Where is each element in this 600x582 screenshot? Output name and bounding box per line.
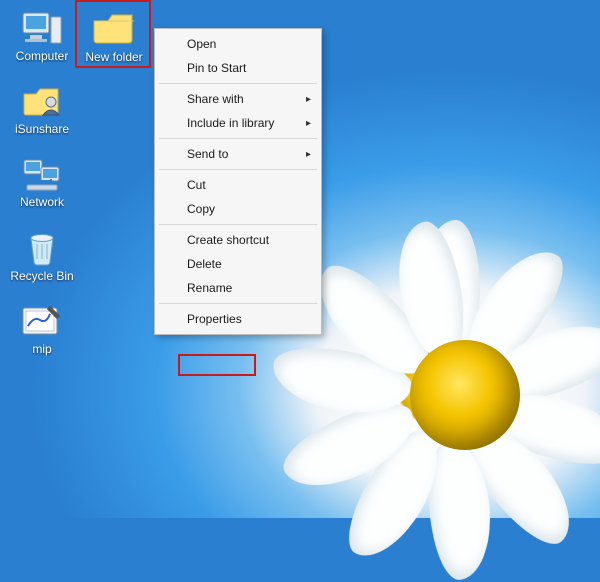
- context-menu: Open Pin to Start Share with ▸ Include i…: [154, 28, 322, 335]
- menu-item-label: Pin to Start: [187, 61, 246, 75]
- computer-icon: [20, 8, 64, 48]
- menu-separator: [159, 138, 317, 139]
- menu-item-label: Rename: [187, 281, 232, 295]
- menu-item-delete[interactable]: Delete: [157, 252, 319, 276]
- desktop-icon-recycle-bin[interactable]: Recycle Bin: [8, 228, 76, 283]
- desktop-icon-label: Recycle Bin: [10, 270, 73, 283]
- network-icon: [20, 154, 64, 194]
- menu-item-open[interactable]: Open: [157, 32, 319, 56]
- menu-item-rename[interactable]: Rename: [157, 276, 319, 300]
- desktop-icon-label: New folder: [85, 50, 142, 64]
- menu-separator: [159, 169, 317, 170]
- wallpaper-flower: [300, 220, 600, 518]
- tablet-pen-icon: [20, 301, 64, 341]
- desktop-icon-network[interactable]: Network: [8, 154, 76, 209]
- menu-item-include-in-library[interactable]: Include in library ▸: [157, 111, 319, 135]
- submenu-arrow-icon: ▸: [306, 147, 311, 163]
- annotation-highlight-properties: [178, 354, 256, 376]
- menu-item-pin-to-start[interactable]: Pin to Start: [157, 56, 319, 80]
- menu-item-cut[interactable]: Cut: [157, 173, 319, 197]
- desktop-icon-mip[interactable]: mip: [8, 301, 76, 356]
- folder-icon: [90, 8, 138, 48]
- menu-item-label: Cut: [187, 178, 206, 192]
- menu-separator: [159, 83, 317, 84]
- desktop-icon-isunshare[interactable]: iSunshare: [8, 81, 76, 136]
- menu-item-label: Delete: [187, 257, 222, 271]
- menu-item-label: Create shortcut: [187, 233, 269, 247]
- menu-item-label: Send to: [187, 147, 228, 161]
- desktop-icon-label: Network: [20, 196, 64, 209]
- menu-item-label: Copy: [187, 202, 215, 216]
- desktop-icon-label: mip: [32, 343, 51, 356]
- menu-item-create-shortcut[interactable]: Create shortcut: [157, 228, 319, 252]
- submenu-arrow-icon: ▸: [306, 116, 311, 132]
- recycle-bin-icon: [20, 228, 64, 268]
- desktop-icon-label: Computer: [16, 50, 69, 63]
- desktop-icon-new-folder[interactable]: New folder: [78, 8, 150, 64]
- folder-person-icon: [20, 81, 64, 121]
- desktop-icon-label: iSunshare: [15, 123, 69, 136]
- menu-item-share-with[interactable]: Share with ▸: [157, 87, 319, 111]
- desktop-icon-computer[interactable]: Computer: [8, 8, 76, 63]
- menu-separator: [159, 303, 317, 304]
- menu-item-label: Include in library: [187, 116, 274, 130]
- menu-item-send-to[interactable]: Send to ▸: [157, 142, 319, 166]
- menu-item-label: Open: [187, 37, 216, 51]
- menu-item-label: Share with: [187, 92, 244, 106]
- menu-item-properties[interactable]: Properties: [157, 307, 319, 331]
- submenu-arrow-icon: ▸: [306, 92, 311, 108]
- menu-item-copy[interactable]: Copy: [157, 197, 319, 221]
- menu-item-label: Properties: [187, 312, 242, 326]
- desktop-icon-column: Computer iSunshare Network: [0, 0, 76, 356]
- menu-separator: [159, 224, 317, 225]
